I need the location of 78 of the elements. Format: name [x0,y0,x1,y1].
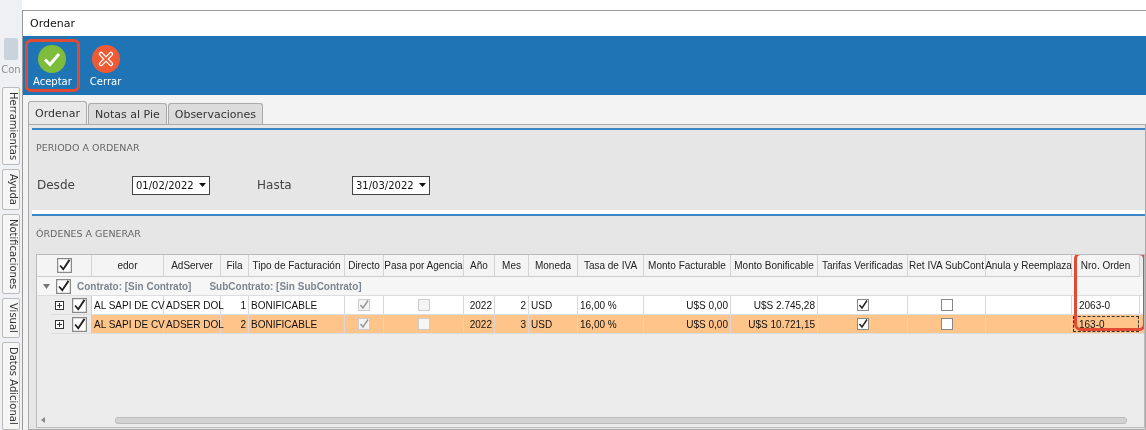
check-icon [38,44,67,73]
column-header[interactable]: Año [464,255,495,276]
table-cell: 2022 [469,299,492,311]
table-cell: BONIFICABLE [251,318,318,330]
group-label: Contrato: [Sin Contrato] [77,280,192,292]
column-header[interactable]: Moneda [529,255,578,276]
table-cell: USD [531,318,553,330]
side-tab[interactable]: Ayuda [2,169,20,211]
scrollbar-thumb[interactable] [115,416,1127,424]
select-all-checkbox[interactable] [56,258,72,273]
side-tab[interactable]: Datos Adicional [2,342,20,430]
table-cell: 2 [520,299,526,311]
side-tab[interactable]: Notificaciones [2,214,20,295]
table-cell: AL SAPI DE CV [94,299,165,311]
table-cell: 3 [520,318,526,330]
table-cell: U$S 0,00 [686,299,728,311]
sidebar-label: Con [1,64,21,76]
close-button[interactable]: Cerrar [83,40,128,91]
collapse-icon[interactable] [43,283,50,289]
tab[interactable]: Notas al Pie [88,103,167,124]
date-field[interactable]: 01/02/2022 [132,175,210,195]
table-cell: 163-0 [1079,318,1105,330]
group-title: ÓRDENES A GENERAR [36,228,141,239]
table-cell: U$S 2.745,28 [753,299,815,311]
table-row[interactable]: AL SAPI DE CVADSER DOL 2 BONIFICABLE 2022 3 USD 16,00 % U$S 0,00 U$S 10.721,15 163-0 [51,315,1144,334]
side-tab[interactable]: Herramientas [2,87,20,166]
column-header[interactable]: Pasa por Agencia [384,255,464,276]
group-label: SubContrato: [Sin SubContrato] [209,280,362,292]
expand-icon[interactable] [55,300,64,310]
dropdown-icon[interactable] [199,183,206,187]
checkbox[interactable] [940,299,953,311]
column-header[interactable]: Monto Bonificable [731,255,818,276]
row-checkbox[interactable] [72,297,87,313]
row-checkbox[interactable] [72,316,87,332]
field-label: Hasta [257,178,293,192]
group-title: PERIODO A ORDENAR [36,142,140,153]
table-cell: 2022 [469,318,492,330]
column-header[interactable]: edor [92,255,164,276]
column-header[interactable]: Ret IVA SubCont [908,255,986,276]
close-icon [91,44,120,73]
tab[interactable]: Observaciones [167,103,263,124]
group-checkbox[interactable] [56,278,71,294]
table-cell: BONIFICABLE [251,299,318,311]
table-cell: 2063-0 [1079,299,1111,311]
accept-button[interactable]: Aceptar [27,40,78,91]
table-cell: 16,00 % [580,299,617,311]
column-header[interactable]: AdServer [164,255,221,276]
dropdown-icon[interactable] [419,183,426,187]
column-header[interactable]: Fila [221,255,249,276]
side-tab[interactable]: Visual [2,298,20,339]
table-cell: U$S 10.721,15 [748,318,815,330]
column-header[interactable]: Nro. Orden [1072,255,1140,276]
column-header[interactable]: Tipo de Facturación [249,255,345,276]
column-header[interactable]: Directo [345,255,384,276]
table-cell: U$S 0,00 [686,318,728,330]
table-cell: 16,00 % [580,318,617,330]
table-cell: 1 [240,299,246,311]
checkbox[interactable] [856,318,869,330]
checkbox[interactable] [856,299,869,311]
table-cell: ADSER DOL [166,318,224,330]
table-cell: 2 [240,318,246,330]
table-cell: USD [531,299,553,311]
column-header[interactable]: Tasa de IVA [578,255,644,276]
field-label: Desde [37,178,76,192]
highlight-frame [25,38,80,92]
table-cell: ADSER DOL [166,299,224,311]
column-header[interactable]: Tarifas Verificadas [818,255,908,276]
column-header[interactable]: Mes [495,255,529,276]
scroll-left-icon[interactable] [41,417,45,423]
checkbox[interactable] [940,318,953,330]
column-header[interactable]: Monto Facturable [644,255,731,276]
window-title: Ordenar [30,17,75,30]
table-cell: AL SAPI DE CV [94,318,165,330]
column-header[interactable]: Anula y Reemplaza [986,255,1072,276]
table-row[interactable]: AL SAPI DE CVADSER DOL 1 BONIFICABLE 2022 2 USD 16,00 % U$S 0,00 U$S 2.745,28 2063-0 [51,296,1144,315]
tab[interactable]: Ordenar [28,101,87,124]
expand-icon[interactable] [55,319,64,329]
date-field[interactable]: 31/03/2022 [352,175,430,195]
